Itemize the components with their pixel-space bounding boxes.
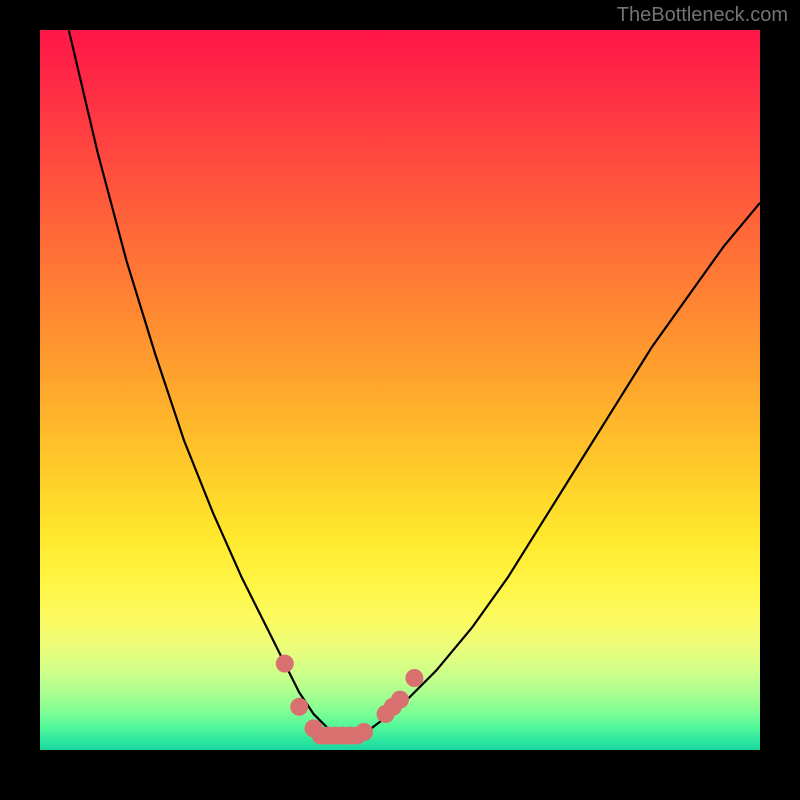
data-marker [276,655,294,673]
data-markers [276,655,424,745]
bottleneck-curve-line [69,30,760,736]
watermark-text: TheBottleneck.com [617,4,788,27]
chart-plot-area [40,30,760,750]
chart-svg [40,30,760,750]
data-marker [290,698,308,716]
data-marker [355,723,373,741]
data-marker [405,669,423,687]
data-marker [391,691,409,709]
